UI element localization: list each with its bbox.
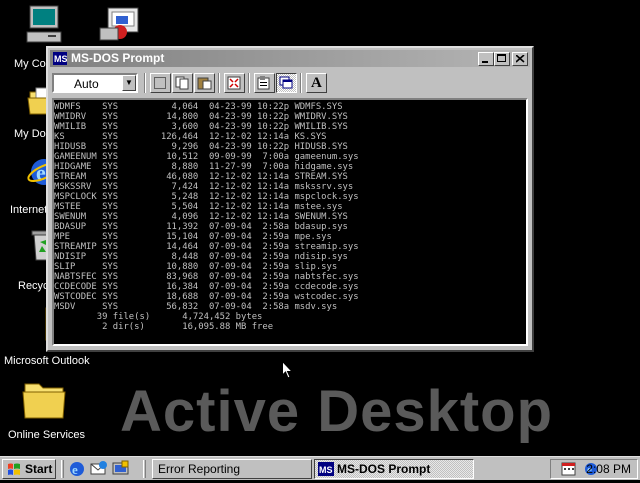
taskbar-grip[interactable] xyxy=(143,460,146,478)
task-error-reporting[interactable]: Error Reporting xyxy=(152,459,312,479)
font-button[interactable]: A xyxy=(306,73,327,93)
console-line: 39 file(s) 4,724,452 bytes xyxy=(54,312,263,322)
mouse-cursor-icon xyxy=(282,361,294,379)
console-line: MSPCLOCK SYS 5,248 12-12-02 12:14a mspcl… xyxy=(54,192,359,202)
start-button[interactable]: Start xyxy=(2,459,56,479)
console-line: MSTEE SYS 5,504 12-12-02 12:14a mstee.sy… xyxy=(54,202,343,212)
console-output[interactable]: WDMFS SYS 4,064 04-23-99 10:22p WDMFS.SY… xyxy=(52,98,528,346)
maximize-button[interactable] xyxy=(494,52,510,66)
console-line: C:\WINDOWS\SYSTEM32\DRIVERS>o xyxy=(54,342,359,344)
chevron-down-icon[interactable]: ▼ xyxy=(122,75,136,91)
scheduler-icon[interactable] xyxy=(561,462,577,476)
clock[interactable]: 2:08 PM xyxy=(586,460,631,478)
folder-icon xyxy=(21,378,67,422)
console-line: KS SYS 126,464 12-12-02 12:14a KS.SYS xyxy=(54,132,327,142)
toolbar-separator xyxy=(144,73,146,93)
toolbar-separator xyxy=(300,73,302,93)
task-label: Error Reporting xyxy=(158,462,241,476)
desktop-icon-online-services[interactable]: Online Services xyxy=(4,378,85,441)
desktop-icon-label: Microsoft Outlook xyxy=(4,355,90,367)
text-cursor xyxy=(209,342,215,344)
console-line: WMILIB SYS 3,600 04-23-99 10:22p WMILIB.… xyxy=(54,122,348,132)
toolbar: Auto ▼ A xyxy=(50,70,530,96)
console-line: NDISIP SYS 8,448 07-09-04 2:59a ndisip.s… xyxy=(54,252,348,262)
console-line: NABTSFEC SYS 83,968 07-09-04 2:59a nabts… xyxy=(54,272,359,282)
console-line: CCDECODE SYS 16,384 07-09-04 2:59a ccdec… xyxy=(54,282,359,292)
console-line: STREAMIP SYS 14,464 07-09-04 2:59a strea… xyxy=(54,242,359,252)
title-bar[interactable]: MS MS-DOS Prompt xyxy=(50,50,530,67)
start-label: Start xyxy=(25,462,53,476)
internet-explorer-icon[interactable]: e xyxy=(68,460,86,478)
active-desktop-watermark: Active Desktop xyxy=(120,379,554,444)
windows-logo-icon xyxy=(8,463,20,475)
task-ms-dos-prompt[interactable]: MS MS-DOS Prompt xyxy=(314,459,474,479)
quick-launch-grip[interactable] xyxy=(61,460,64,478)
full-screen-button[interactable] xyxy=(224,73,245,93)
console-text: WDMFS SYS 4,064 04-23-99 10:22p WDMFS.SY… xyxy=(54,102,359,344)
outlook-express-icon[interactable] xyxy=(90,460,108,478)
taskbar: Start e Error Reporting MS MS-DOS Prompt… xyxy=(0,456,640,480)
ms-dos-prompt-window[interactable]: MS MS-DOS Prompt Auto ▼ A WDMFS SYS 4,06… xyxy=(46,46,534,352)
console-line: WSTCODEC SYS 18,688 07-09-04 2:59a wstco… xyxy=(54,292,359,302)
console-line: MSDV SYS 56,832 07-09-04 2:58a msdv.sys xyxy=(54,302,338,312)
font-size-combo[interactable]: Auto ▼ xyxy=(52,73,138,93)
show-desktop-icon[interactable] xyxy=(112,460,130,478)
console-line: SLIP SYS 10,880 07-09-04 2:59a slip.sys xyxy=(54,262,338,272)
minimize-button[interactable] xyxy=(478,52,494,66)
font-button-label: A xyxy=(311,75,322,91)
console-line: HIDUSB SYS 9,296 04-23-99 10:22p HIDUSB.… xyxy=(54,142,348,152)
svg-text:MS: MS xyxy=(54,54,67,64)
console-line: SWENUM SYS 4,096 12-12-02 12:14a SWENUM.… xyxy=(54,212,348,222)
ms-dos-icon[interactable]: MS xyxy=(53,52,68,65)
console-line: WDMFS SYS 4,064 04-23-99 10:22p WDMFS.SY… xyxy=(54,102,343,112)
console-line: HIDGAME SYS 8,880 11-27-99 7:00a hidgame… xyxy=(54,162,354,172)
mark-button[interactable] xyxy=(150,73,171,93)
desktop: My Computer My Documents e Internet Expl… xyxy=(0,0,640,456)
console-line: BDASUP SYS 11,392 07-09-04 2:58a bdasup.… xyxy=(54,222,348,232)
window-title: MS-DOS Prompt xyxy=(71,51,165,65)
font-size-value: Auto xyxy=(74,77,99,91)
system-tray: e 2:08 PM xyxy=(550,459,638,479)
background-button[interactable] xyxy=(276,73,297,93)
paste-button[interactable] xyxy=(194,73,215,93)
task-label: MS-DOS Prompt xyxy=(337,462,431,476)
svg-text:e: e xyxy=(72,462,78,477)
ms-dos-icon: MS xyxy=(318,462,334,476)
console-line: MPE SYS 15,104 07-09-04 2:59a mpe.sys xyxy=(54,232,332,242)
svg-text:MS: MS xyxy=(319,465,333,475)
console-line: STREAM SYS 46,080 12-12-02 12:14a STREAM… xyxy=(54,172,348,182)
console-line: WMIDRV SYS 14,800 04-23-99 10:22p WMIDRV… xyxy=(54,112,348,122)
computer-icon xyxy=(26,4,62,43)
close-button[interactable] xyxy=(512,52,528,66)
toolbar-separator xyxy=(218,73,220,93)
desktop-icon-my-computer[interactable]: My Computer xyxy=(4,4,84,70)
properties-button[interactable] xyxy=(254,73,275,93)
network-icon[interactable] xyxy=(84,4,154,47)
console-line: 2 dir(s) 16,095.88 MB free xyxy=(54,322,274,332)
console-line: GAMEENUM SYS 10,512 09-09-99 7:00a gamee… xyxy=(54,152,359,162)
console-line: MSKSSRV SYS 7,424 12-12-02 12:14a mskssr… xyxy=(54,182,354,192)
desktop-icon-label: Online Services xyxy=(8,429,86,441)
copy-button[interactable] xyxy=(172,73,193,93)
toolbar-separator xyxy=(248,73,250,93)
